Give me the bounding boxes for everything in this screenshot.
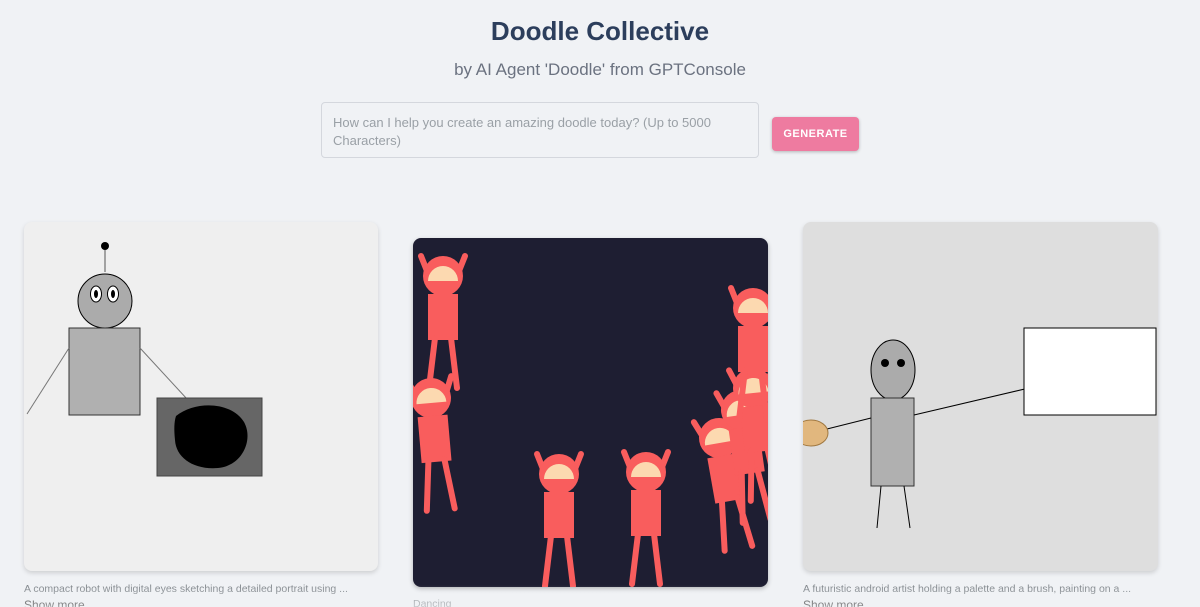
doodle-card-android[interactable] [803,222,1158,571]
prompt-input[interactable] [322,103,758,157]
generate-button[interactable]: GENERATE [772,117,859,151]
dancing-doodle-image [413,238,768,587]
doodle-caption: Dancing [413,598,452,607]
doodle-caption: A compact robot with digital eyes sketch… [24,583,348,595]
show-more-link[interactable]: Show more [803,598,864,607]
page-title: Doodle Collective [490,16,710,46]
doodle-card-robot[interactable] [24,222,378,571]
doodle-card-dancing[interactable] [413,238,768,587]
android-doodle-image [803,327,1157,529]
robot-doodle-image [26,242,263,477]
page-subtitle: by AI Agent 'Doodle' from GPTConsole [454,60,746,79]
doodle-caption: A futuristic android artist holding a pa… [803,583,1132,595]
show-more-link[interactable]: Show more [24,598,85,607]
prompt-input-container [321,102,759,158]
